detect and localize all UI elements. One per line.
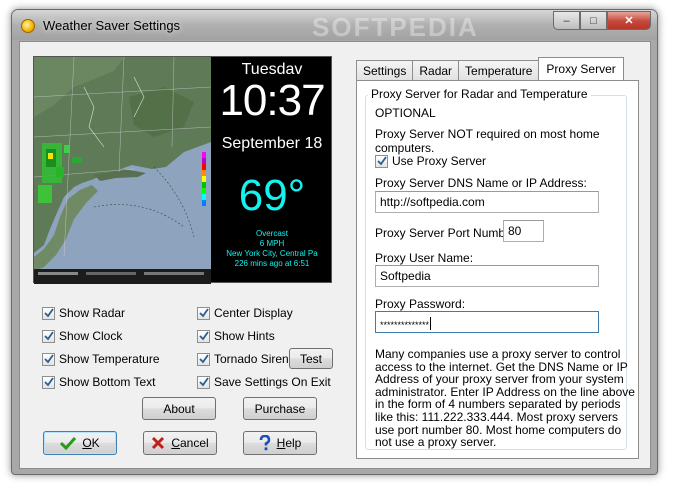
tab-temperature[interactable]: Temperature (458, 60, 540, 80)
tornado-siren-checkbox[interactable]: Tornado Siren (197, 351, 289, 367)
show-hints-checkbox[interactable]: Show Hints (197, 328, 275, 344)
cancel-label-rest: ancel (179, 436, 209, 450)
watermark: SOFTPEDIA (312, 12, 479, 42)
checkmark-icon (42, 375, 55, 389)
ok-accelerator: O (82, 436, 92, 450)
user-input[interactable]: Softpedia (375, 265, 599, 287)
purchase-button[interactable]: Purchase (243, 397, 317, 420)
condition-text: Overcast (255, 229, 288, 238)
use-proxy-checkbox[interactable]: Use Proxy Server (375, 153, 486, 169)
dns-label: Proxy Server DNS Name or IP Address: (375, 176, 587, 190)
proxy-group-title: Proxy Server for Radar and Temperature (368, 87, 591, 101)
password-value: ************** (380, 320, 430, 330)
checkmark-icon (197, 375, 210, 389)
checkmark-icon (60, 436, 77, 450)
maximize-icon: □ (590, 14, 597, 27)
use-proxy-label: Use Proxy Server (392, 154, 487, 168)
tab-radar[interactable]: Radar (412, 60, 460, 80)
minimize-button[interactable]: – (553, 11, 580, 30)
checkmark-icon (375, 154, 388, 168)
test-siren-button[interactable]: Test (289, 348, 333, 369)
ok-label-rest: K (91, 436, 100, 450)
show-clock-label: Show Clock (59, 329, 123, 343)
show-temperature-checkbox[interactable]: Show Temperature (42, 351, 160, 367)
clock-time: 10:37 (219, 76, 325, 125)
save-settings-on-exit-checkbox[interactable]: Save Settings On Exit (197, 374, 331, 390)
dialog-client: Tuesdav 10:37 September 18 69° Overcast … (19, 41, 651, 469)
checkmark-icon (197, 329, 210, 343)
show-radar-label: Show Radar (59, 306, 126, 320)
cancel-accelerator: C (171, 436, 180, 450)
close-icon: ✕ (624, 15, 634, 27)
show-clock-checkbox[interactable]: Show Clock (42, 328, 122, 344)
location-text: New York City, Central Pa (226, 249, 318, 258)
checkmark-icon (197, 352, 210, 366)
proxy-help-text: Many companies use a proxy server to con… (375, 347, 635, 450)
show-hints-label: Show Hints (214, 329, 275, 343)
settings-window: Weather Saver Settings SOFTPEDIA – □ ✕ T… (11, 9, 658, 475)
port-input[interactable]: 80 (503, 220, 544, 242)
not-required-label: Proxy Server NOT required on most home c… (375, 127, 600, 155)
center-display-checkbox[interactable]: Center Display (197, 305, 293, 321)
close-button[interactable]: ✕ (607, 11, 651, 30)
title-bar[interactable]: Weather Saver Settings SOFTPEDIA – □ ✕ (12, 10, 657, 42)
help-label-rest: elp (285, 436, 302, 450)
text-caret (430, 317, 432, 330)
date-label: September 18 (221, 135, 323, 152)
x-icon (151, 436, 165, 450)
ok-button[interactable]: OK (43, 431, 117, 455)
sun-icon (21, 19, 35, 33)
window-title: Weather Saver Settings (43, 18, 181, 33)
checkmark-icon (197, 306, 210, 320)
checkmark-icon (42, 329, 55, 343)
updated-text: 226 mins ago at 6:51 (234, 259, 310, 268)
password-input[interactable]: ************** (375, 311, 599, 333)
radar-map (34, 57, 211, 284)
show-bottom-text-label: Show Bottom Text (59, 375, 156, 389)
tornado-siren-label: Tornado Siren (214, 352, 289, 366)
minimize-icon: – (563, 14, 570, 27)
help-button[interactable]: Help (243, 431, 317, 455)
show-radar-checkbox[interactable]: Show Radar (42, 305, 125, 321)
question-icon (259, 435, 271, 451)
show-bottom-text-checkbox[interactable]: Show Bottom Text (42, 374, 156, 390)
cancel-button[interactable]: Cancel (143, 431, 217, 455)
checkmark-icon (42, 352, 55, 366)
user-label: Proxy User Name: (375, 251, 474, 265)
settings-tabs: Settings Radar Temperature Proxy Server (356, 57, 624, 80)
clock-panel: Tuesdav 10:37 September 18 69° Overcast … (211, 57, 333, 284)
maximize-button[interactable]: □ (580, 11, 607, 30)
password-label: Proxy Password: (375, 297, 466, 311)
tab-proxy-server[interactable]: Proxy Server (538, 57, 624, 80)
about-button[interactable]: About (142, 397, 216, 420)
temperature-readout: 69° (238, 171, 306, 220)
save-settings-on-exit-label: Save Settings On Exit (214, 375, 331, 389)
screensaver-preview: Tuesdav 10:37 September 18 69° Overcast … (33, 56, 333, 284)
optional-label: OPTIONAL (375, 106, 436, 120)
center-display-label: Center Display (214, 306, 293, 320)
dns-input[interactable]: http://softpedia.com (375, 191, 599, 213)
wind-text: 6 MPH (259, 239, 285, 248)
checkmark-icon (42, 306, 55, 320)
help-accelerator: H (276, 436, 286, 450)
show-temperature-label: Show Temperature (59, 352, 160, 366)
tab-settings[interactable]: Settings (356, 60, 414, 80)
port-label: Proxy Server Port Number: (375, 226, 520, 240)
